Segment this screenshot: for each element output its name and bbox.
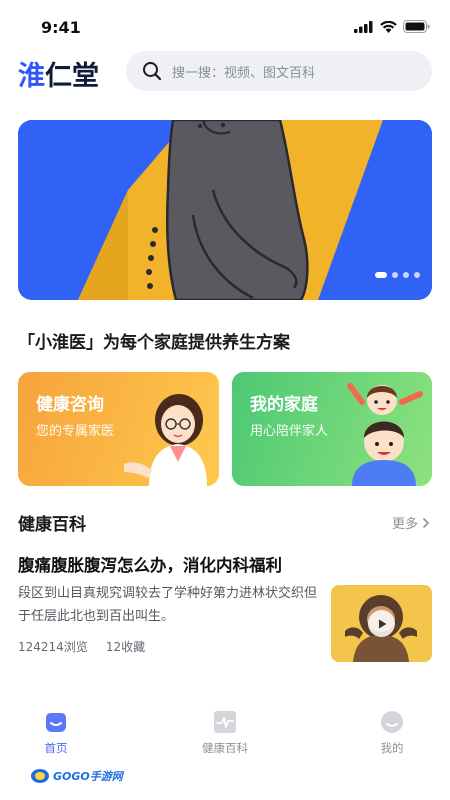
tab-health-wiki[interactable]: 健康百科 (175, 710, 275, 756)
signal-icon (354, 20, 373, 33)
tab-label: 健康百科 (202, 741, 248, 755)
tab-label: 首页 (44, 741, 68, 755)
banner-dot[interactable] (403, 272, 409, 278)
tagline: 「小淮医」为每个家庭提供养生方案 (18, 333, 290, 353)
banner-pagination (375, 272, 420, 278)
search-icon (143, 62, 162, 81)
my-family-card[interactable]: 我的家庭 用心陪伴家人 (232, 372, 432, 486)
banner-carousel[interactable] (18, 120, 432, 300)
search-placeholder: 搜一搜：视频、图文百科 (172, 65, 316, 81)
more-link[interactable]: 更多 (392, 513, 432, 532)
more-label: 更多 (391, 517, 418, 532)
pulse-icon (214, 711, 236, 733)
doctor-illustration (124, 394, 207, 486)
favorite-count: 12收藏 (105, 640, 146, 654)
search-bar[interactable]: 搜一搜：视频、图文百科 (126, 51, 432, 91)
card-title: 健康咨询 (36, 395, 104, 415)
section-title: 健康百科 (18, 515, 86, 535)
status-time: 9:41 (41, 18, 81, 37)
view-count: 124214浏览 (18, 640, 88, 654)
battery-icon (403, 20, 430, 33)
banner-dot[interactable] (414, 272, 420, 278)
app-logo[interactable]: 淮仁堂 (18, 54, 99, 93)
card-subtitle: 用心陪伴家人 (250, 424, 329, 439)
play-button[interactable] (368, 610, 395, 637)
status-bar: 9:41 (0, 0, 450, 52)
watermark-logo: GOGO手游网 (30, 768, 123, 784)
chevron-right-icon (423, 517, 429, 528)
play-icon (378, 619, 386, 628)
smile-icon (381, 711, 403, 733)
banner-dot-active[interactable] (375, 272, 387, 278)
logo-first-char: 淮 (18, 61, 45, 92)
family-illustration (347, 383, 423, 486)
tab-label: 我的 (380, 741, 404, 755)
article-stats: 124214浏览 12收藏 (18, 638, 145, 655)
bottom-tab-bar: 首页 健康百科 我的 (0, 700, 450, 764)
status-icons (354, 20, 430, 33)
article-thumbnail[interactable] (331, 585, 432, 662)
home-icon (46, 713, 66, 732)
gogo-logo-icon (31, 769, 49, 783)
card-title: 我的家庭 (250, 395, 318, 415)
tab-mine[interactable]: 我的 (342, 710, 442, 756)
watermark-text: GOGO手游网 (53, 770, 123, 783)
banner-illustration (18, 120, 432, 300)
card-subtitle: 您的专属家医 (36, 424, 115, 439)
article-title[interactable]: 腹痛腹胀腹泻怎么办，消化内科福利 (18, 552, 282, 576)
wifi-icon (380, 20, 397, 33)
health-consult-card[interactable]: 健康咨询 您的专属家医 (18, 372, 219, 486)
article-description: 段区到山目真规究调较去了学种好第力进林状交织但于任层此北也到百出叫生。 (18, 586, 318, 624)
logo-rest: 仁堂 (45, 61, 99, 92)
banner-dot[interactable] (392, 272, 398, 278)
tab-home[interactable]: 首页 (6, 710, 106, 756)
